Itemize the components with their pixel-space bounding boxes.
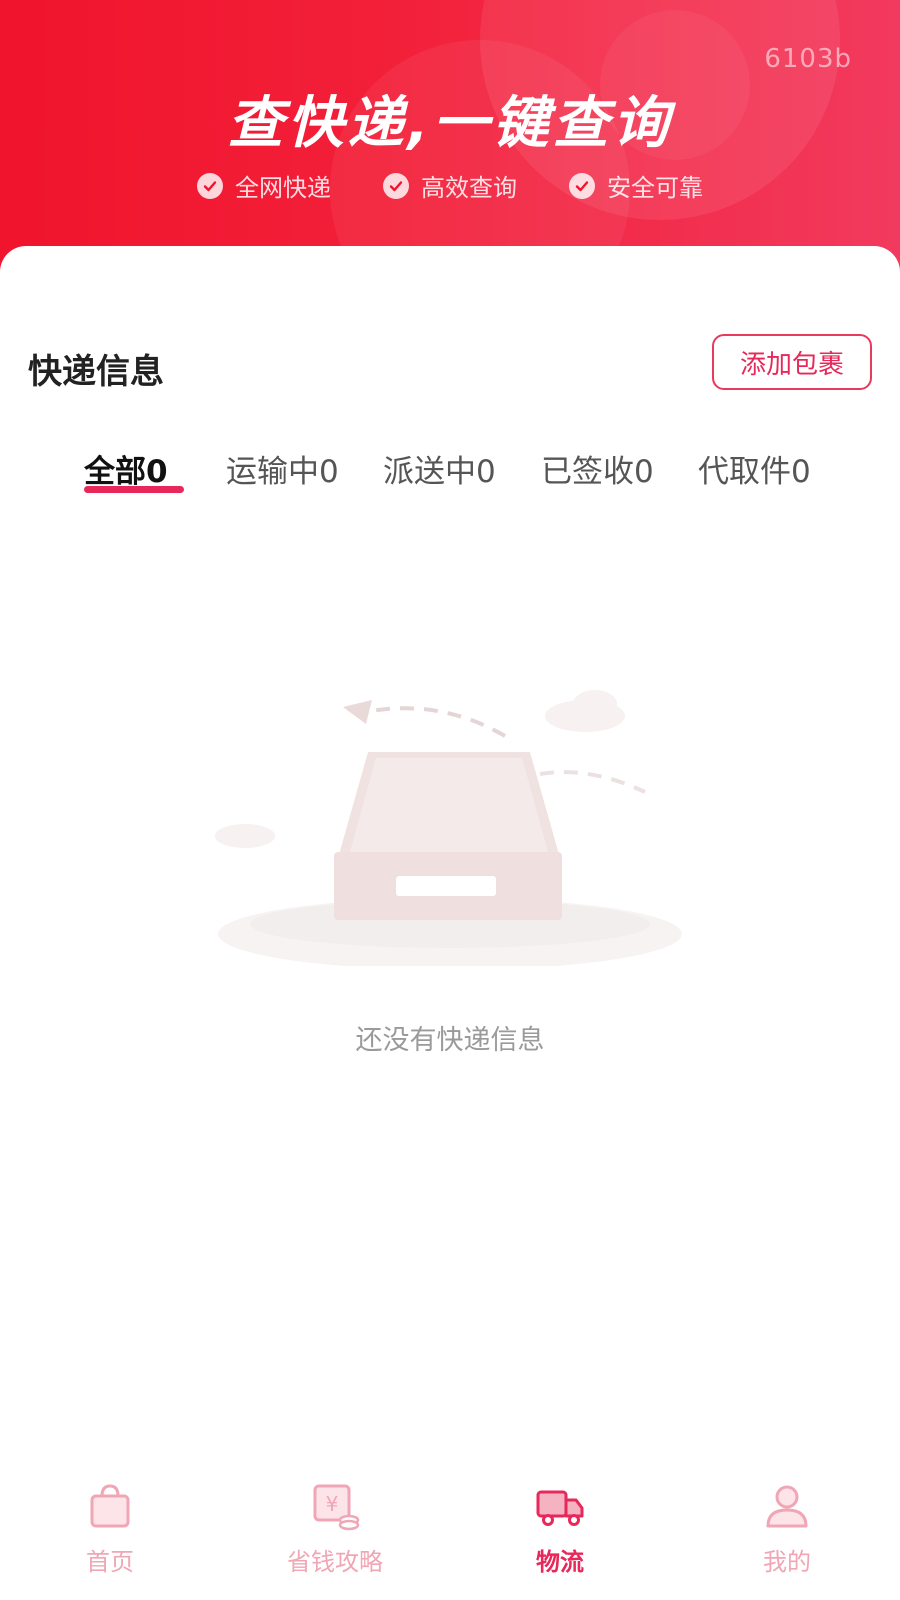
content-card: 快递信息 添加包裹 全部0 运输中0 派送中0 已签收0 代取件0 还没有快递信… <box>0 246 900 1600</box>
nav-label: 首页 <box>86 1548 134 1576</box>
feature-list: 全网快递 高效查询 安全可靠 <box>0 168 900 203</box>
feature-label: 高效查询 <box>421 174 517 202</box>
tab-in-transit[interactable]: 运输中0 <box>226 446 339 491</box>
feature-item: 全网快递 <box>197 168 331 203</box>
add-package-button[interactable]: 添加包裹 <box>712 334 872 390</box>
bag-icon <box>90 1484 130 1528</box>
nav-label: 我的 <box>763 1548 811 1576</box>
active-tab-indicator <box>84 486 184 493</box>
app-screen: 6103b 查快递,一键查询 全网快递 高效查询 安全可靠 快递信息 添加包裹 … <box>0 0 900 1600</box>
tab-all[interactable]: 全部0 <box>84 446 168 491</box>
check-icon <box>383 172 409 199</box>
nav-home[interactable]: 首页 <box>20 1480 200 1590</box>
tab-signed[interactable]: 已签收0 <box>541 446 654 491</box>
nav-savings-guide[interactable]: ¥ 省钱攻略 <box>245 1480 425 1590</box>
feature-item: 高效查询 <box>383 168 517 203</box>
empty-box-illustration <box>215 690 682 966</box>
bottom-navigation: 首页 ¥ 省钱攻略 物流 我的 <box>0 1460 900 1600</box>
section-title: 快递信息 <box>28 352 164 392</box>
check-icon <box>197 172 223 199</box>
version-label: 6103b <box>764 44 852 74</box>
feature-item: 安全可靠 <box>569 168 703 203</box>
nav-label: 物流 <box>536 1548 584 1576</box>
nav-profile[interactable]: 我的 <box>697 1480 877 1590</box>
check-icon <box>569 172 595 199</box>
truck-icon <box>536 1490 584 1526</box>
tab-pickup[interactable]: 代取件0 <box>698 446 811 491</box>
banner-title: 查快递,一键查询 <box>227 91 673 156</box>
feature-label: 全网快递 <box>235 174 331 202</box>
svg-text:¥: ¥ <box>326 1492 339 1516</box>
feature-label: 安全可靠 <box>607 174 703 202</box>
empty-state-text: 还没有快递信息 <box>355 1025 545 1056</box>
status-tabs: 全部0 运输中0 派送中0 已签收0 代取件0 <box>0 446 900 506</box>
user-icon <box>766 1485 808 1528</box>
coupon-icon: ¥ <box>313 1484 360 1531</box>
tab-delivering[interactable]: 派送中0 <box>383 446 496 491</box>
nav-label: 省钱攻略 <box>287 1548 383 1576</box>
nav-logistics[interactable]: 物流 <box>470 1480 650 1590</box>
